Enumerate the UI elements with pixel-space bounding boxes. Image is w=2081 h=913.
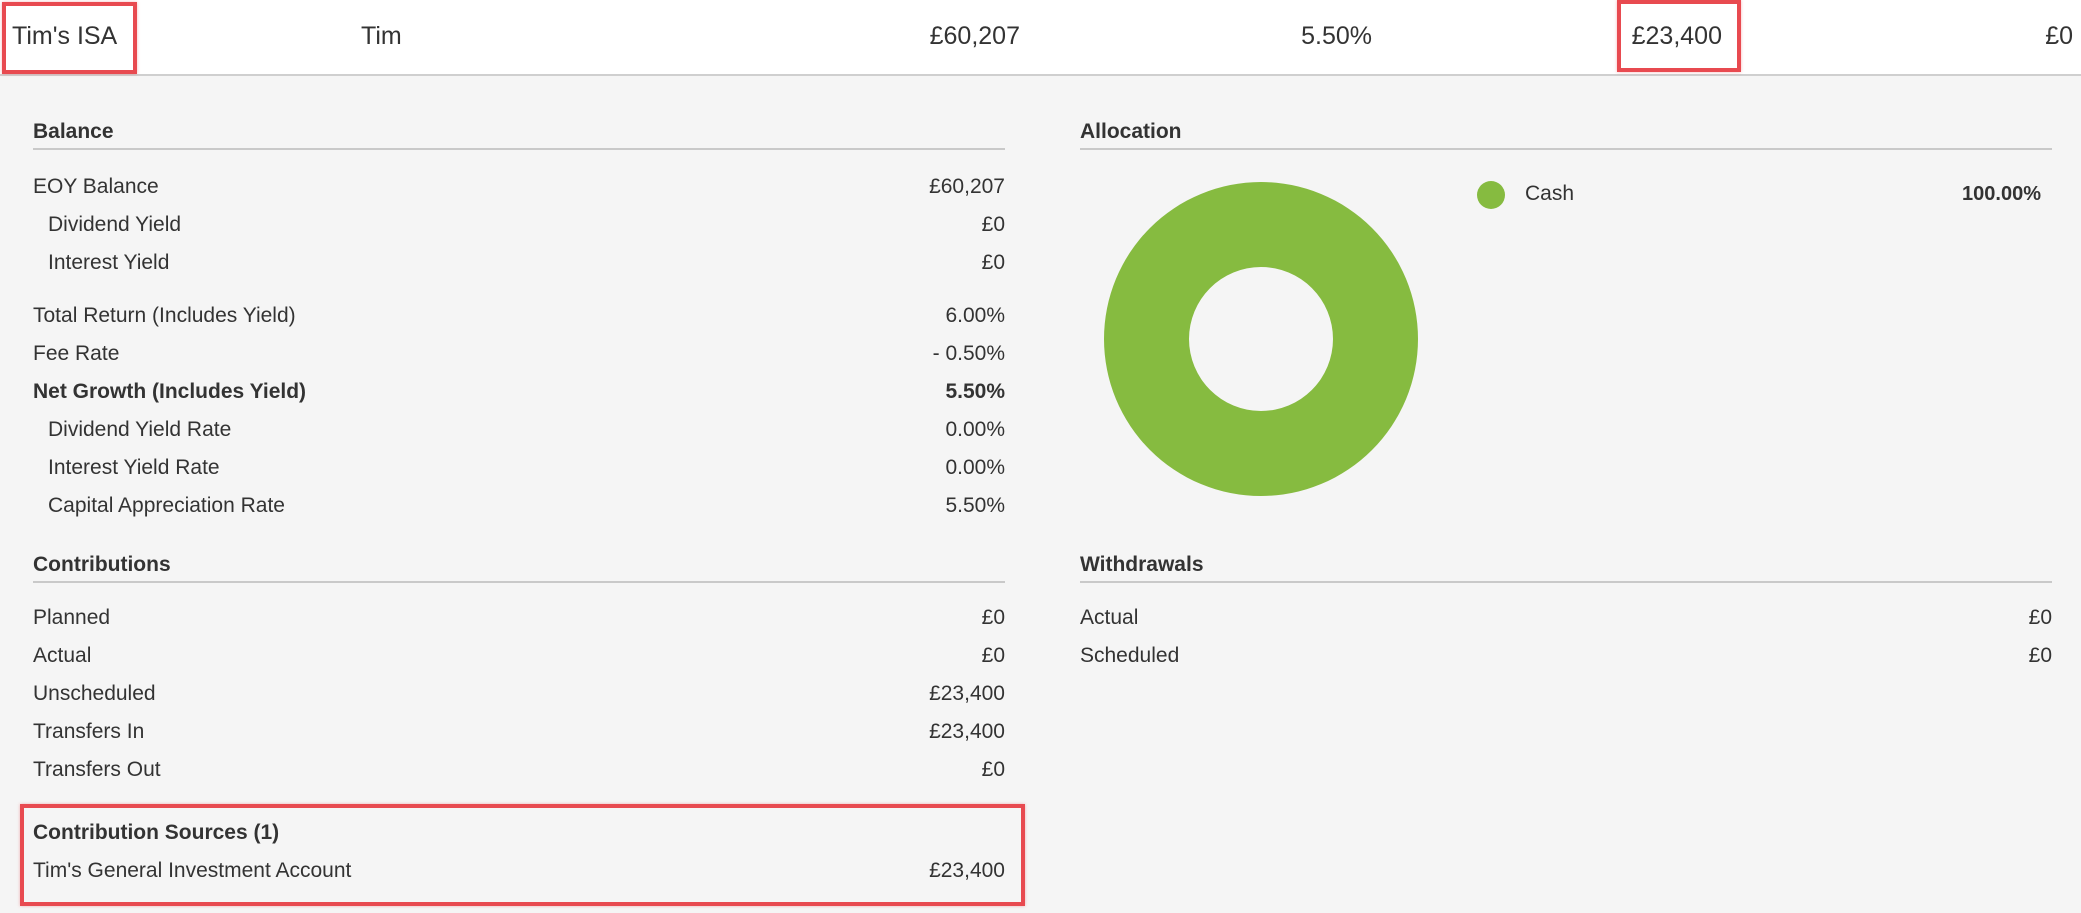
contribution-source-name[interactable]: Tim's General Investment Account bbox=[33, 852, 351, 890]
balance-value: 0.00% bbox=[945, 418, 1005, 441]
contributions-row-unscheduled: Unscheduled £23,400 bbox=[33, 675, 1005, 713]
contributions-section: Contributions Planned £0 Actual £0 Unsch… bbox=[33, 547, 1005, 787]
withdrawals-row-actual: Actual £0 bbox=[1080, 599, 2052, 637]
contribution-sources-title: Contribution Sources (1) bbox=[33, 821, 280, 844]
balance-label: Capital Appreciation Rate bbox=[48, 494, 285, 517]
balance-section: Balance EOY Balance £60,207 Dividend Yie… bbox=[33, 114, 1005, 524]
account-balance: £60,207 bbox=[929, 22, 1020, 50]
withdrawals-value: £0 bbox=[2028, 644, 2052, 667]
balance-row-eoy: EOY Balance £60,207 bbox=[33, 168, 1005, 206]
contributions-label: Transfers Out bbox=[33, 758, 161, 781]
legend-color-dot bbox=[1477, 181, 1505, 209]
balance-row-fee-rate: Fee Rate - 0.50% bbox=[33, 335, 1005, 373]
contributions-row-transfers-in: Transfers In £23,400 bbox=[33, 713, 1005, 751]
legend-label: Cash bbox=[1525, 182, 1575, 205]
balance-label: Dividend Yield bbox=[48, 213, 182, 236]
balance-value: 5.50% bbox=[945, 494, 1005, 517]
balance-label: Dividend Yield Rate bbox=[48, 418, 232, 441]
contributions-label: Transfers In bbox=[33, 720, 145, 743]
balance-row-interest-yield-rate: Interest Yield Rate 0.00% bbox=[33, 449, 1005, 487]
donut-slice-cash[interactable] bbox=[1104, 182, 1418, 496]
contributions-label: Actual bbox=[33, 644, 92, 667]
contributions-row-transfers-out: Transfers Out £0 bbox=[33, 751, 1005, 789]
balance-row-dividend-yield-rate: Dividend Yield Rate 0.00% bbox=[33, 411, 1005, 449]
balance-label: Net Growth (Includes Yield) bbox=[33, 380, 307, 403]
legend-percent: 100.00% bbox=[1962, 183, 2041, 205]
allocation-legend-item-cash[interactable]: Cash 100.00% bbox=[1477, 176, 2041, 212]
withdrawals-section-title: Withdrawals bbox=[1080, 547, 2052, 583]
balance-label: EOY Balance bbox=[33, 175, 159, 198]
account-summary-row[interactable]: Tim's ISA Tim £60,207 5.50% £23,400 £0 bbox=[0, 0, 2081, 76]
contributions-value: £0 bbox=[981, 606, 1005, 629]
contributions-section-title: Contributions bbox=[33, 547, 1005, 583]
withdrawals-row-scheduled: Scheduled £0 bbox=[1080, 637, 2052, 675]
withdrawals-label: Actual bbox=[1080, 606, 1139, 629]
balance-value: - 0.50% bbox=[932, 342, 1005, 365]
balance-label: Total Return (Includes Yield) bbox=[33, 304, 296, 327]
contributions-value: £0 bbox=[981, 644, 1005, 667]
contributions-value: £0 bbox=[981, 758, 1005, 781]
balance-label: Interest Yield Rate bbox=[48, 456, 220, 479]
account-withdrawals: £0 bbox=[2045, 22, 2073, 50]
contribution-sources-section: Contribution Sources (1) Tim's General I… bbox=[33, 814, 1005, 894]
balance-row-total-return: Total Return (Includes Yield) 6.00% bbox=[33, 297, 1005, 335]
balance-value: 5.50% bbox=[945, 380, 1005, 403]
balance-value: £0 bbox=[981, 251, 1005, 274]
withdrawals-section: Withdrawals Actual £0 Scheduled £0 bbox=[1080, 547, 2052, 667]
contribution-source-value: £23,400 bbox=[929, 859, 1005, 882]
contribution-source-row[interactable]: Tim's General Investment Account £23,400 bbox=[33, 852, 1005, 890]
balance-value: 0.00% bbox=[945, 456, 1005, 479]
balance-value: £0 bbox=[981, 213, 1005, 236]
allocation-section: Allocation Cash 100.00% bbox=[1080, 114, 2052, 514]
contributions-row-planned: Planned £0 bbox=[33, 599, 1005, 637]
account-contributions: £23,400 bbox=[1631, 22, 1722, 50]
allocation-donut-chart bbox=[1104, 182, 1418, 496]
balance-row-dividend-yield: Dividend Yield £0 bbox=[33, 206, 1005, 244]
balance-row-net-growth: Net Growth (Includes Yield) 5.50% bbox=[33, 373, 1005, 411]
contributions-value: £23,400 bbox=[929, 682, 1005, 705]
balance-section-title: Balance bbox=[33, 114, 1005, 150]
withdrawals-label: Scheduled bbox=[1080, 644, 1180, 667]
contributions-row-actual: Actual £0 bbox=[33, 637, 1005, 675]
balance-row-interest-yield: Interest Yield £0 bbox=[33, 244, 1005, 282]
account-net-growth: 5.50% bbox=[1301, 22, 1372, 50]
balance-label: Interest Yield bbox=[48, 251, 170, 274]
balance-value: 6.00% bbox=[945, 304, 1005, 327]
allocation-donut-svg bbox=[1104, 182, 1418, 496]
account-owner: Tim bbox=[361, 22, 402, 50]
account-name[interactable]: Tim's ISA bbox=[12, 20, 117, 52]
balance-label: Fee Rate bbox=[33, 342, 120, 365]
withdrawals-value: £0 bbox=[2028, 606, 2052, 629]
allocation-section-title: Allocation bbox=[1080, 114, 2052, 150]
contributions-value: £23,400 bbox=[929, 720, 1005, 743]
balance-row-capital-appreciation-rate: Capital Appreciation Rate 5.50% bbox=[33, 487, 1005, 525]
balance-value: £60,207 bbox=[929, 175, 1005, 198]
contributions-label: Planned bbox=[33, 606, 111, 629]
contributions-label: Unscheduled bbox=[33, 682, 156, 705]
